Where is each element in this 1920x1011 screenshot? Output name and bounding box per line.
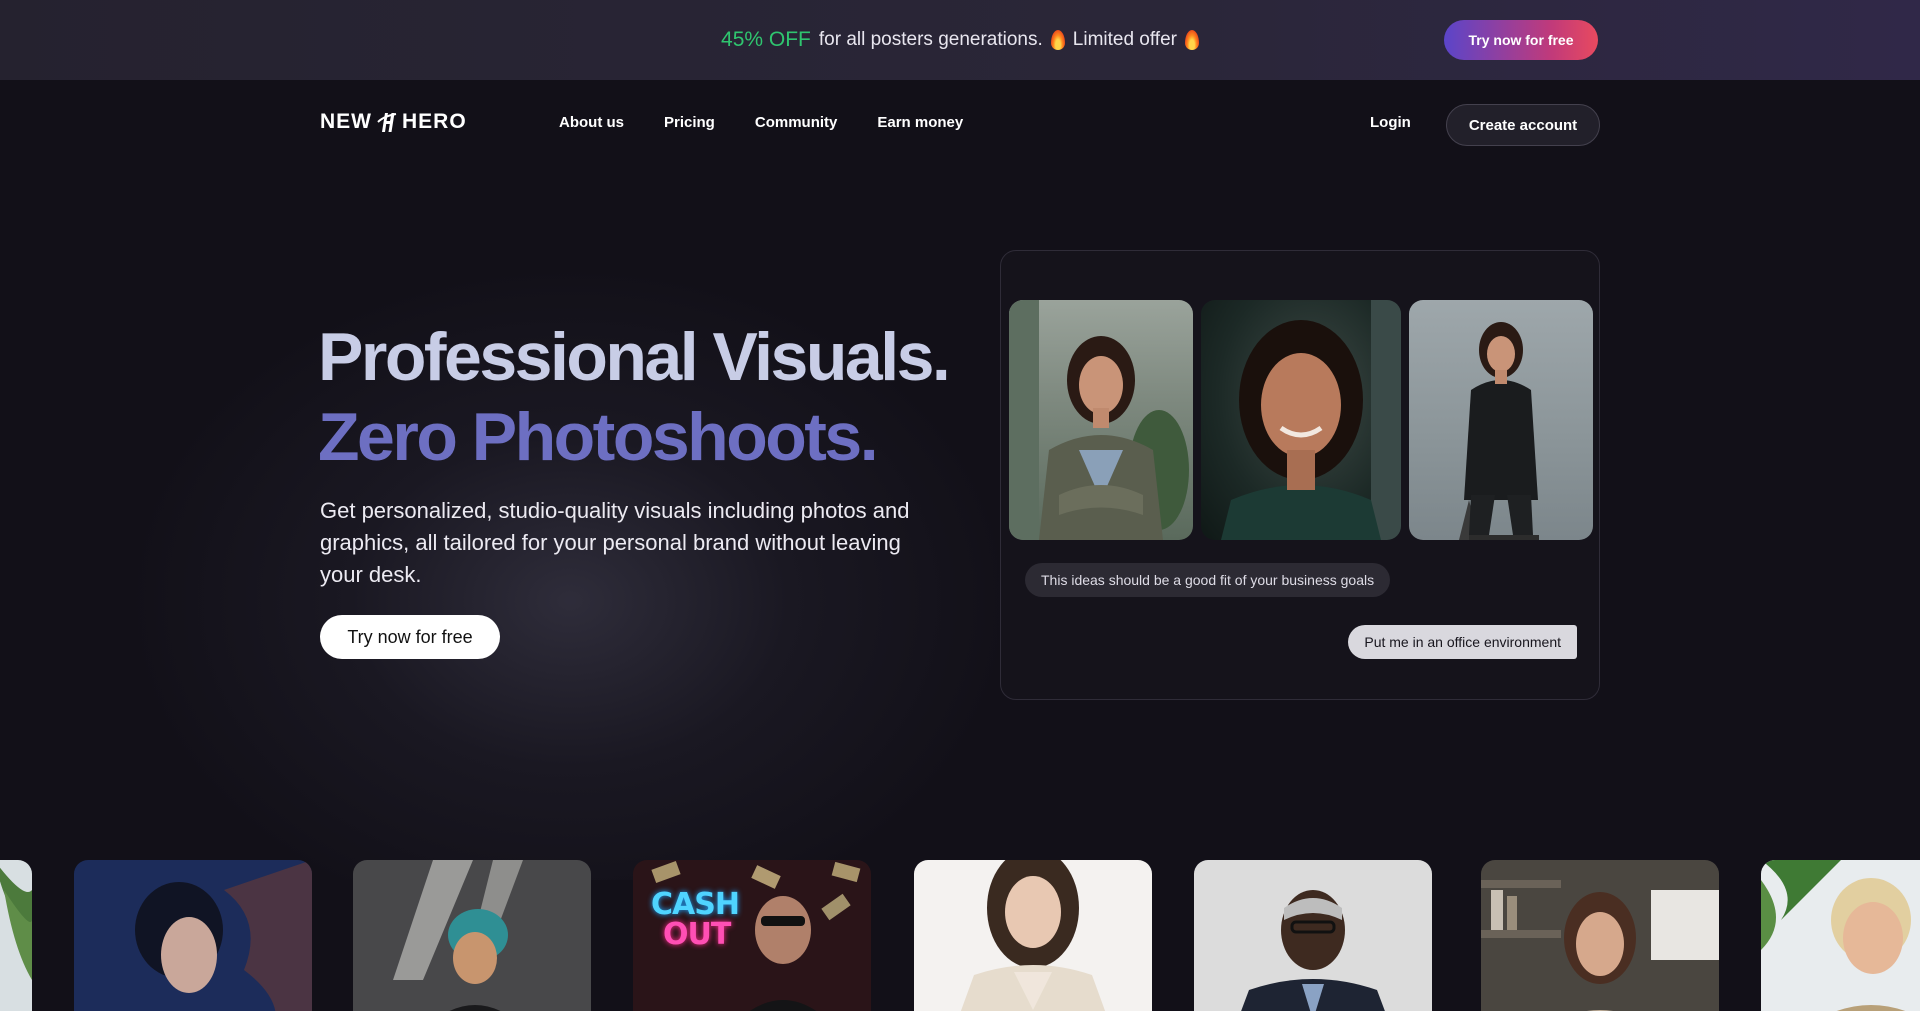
navbar: NEW HERO About us Pricing Community Earn… — [0, 80, 1920, 170]
portrait-image — [1459, 322, 1539, 540]
logo-mark-icon — [376, 110, 398, 134]
promo-try-button[interactable]: Try now for free — [1444, 20, 1598, 60]
promo-discount: 45% OFF — [721, 28, 811, 51]
login-link[interactable]: Login — [1370, 114, 1411, 131]
portrait-image — [1221, 300, 1401, 540]
nav-earn-money[interactable]: Earn money — [877, 114, 963, 131]
gallery-tile-cream-blazer[interactable] — [914, 860, 1152, 1011]
gallery-tile-bookshelf[interactable] — [1481, 860, 1719, 1011]
promo-limited: Limited offer — [1072, 29, 1177, 50]
create-account-button[interactable]: Create account — [1446, 104, 1600, 146]
logo[interactable]: NEW HERO — [320, 110, 467, 134]
hero-headline-secondary: Zero Photoshoots. — [318, 399, 879, 475]
nav-pricing[interactable]: Pricing — [664, 114, 715, 131]
logo-text-right: HERO — [402, 110, 467, 133]
fire-icon — [1050, 30, 1065, 50]
nav-links: About us Pricing Community Earn money — [559, 114, 963, 131]
gallery-tile-plant[interactable] — [0, 860, 32, 1011]
nav-about-us[interactable]: About us — [559, 114, 624, 131]
promo-text: 45% OFF for all posters generations. Lim… — [721, 28, 1199, 52]
gallery-tile-blonde-smile[interactable] — [1761, 860, 1920, 1011]
gallery-tile-cash-out[interactable]: CASH OUT — [633, 860, 871, 1011]
gallery-tile-teal-hair[interactable] — [353, 860, 591, 1011]
gallery-strip: CASH OUT — [0, 860, 1920, 1011]
gallery-tile-smoke-portrait[interactable] — [74, 860, 312, 1011]
fire-icon — [1184, 30, 1199, 50]
hero-try-button[interactable]: Try now for free — [320, 615, 500, 659]
cash-out-neon: CASH OUT — [651, 887, 740, 952]
demo-card: This ideas should be a good fit of your … — [1000, 250, 1600, 700]
nav-community[interactable]: Community — [755, 114, 838, 131]
demo-photo-headshot — [1201, 300, 1401, 540]
promo-message: for all posters generations. — [818, 29, 1043, 50]
hero-headline-primary: Professional Visuals. — [318, 319, 951, 395]
chat-bubble-ai: This ideas should be a good fit of your … — [1025, 563, 1391, 597]
demo-photo-seated — [1409, 300, 1593, 540]
portrait-image — [1009, 300, 1189, 540]
gallery-tile-suit-man[interactable] — [1194, 860, 1432, 1011]
demo-photo-crossed-arms — [1009, 300, 1193, 540]
promo-bar: 45% OFF for all posters generations. Lim… — [0, 0, 1920, 80]
hero-description: Get personalized, studio-quality visuals… — [320, 498, 910, 587]
logo-text-left: NEW — [320, 110, 372, 133]
chat-bubble-user: Put me in an office environment — [1348, 625, 1577, 659]
